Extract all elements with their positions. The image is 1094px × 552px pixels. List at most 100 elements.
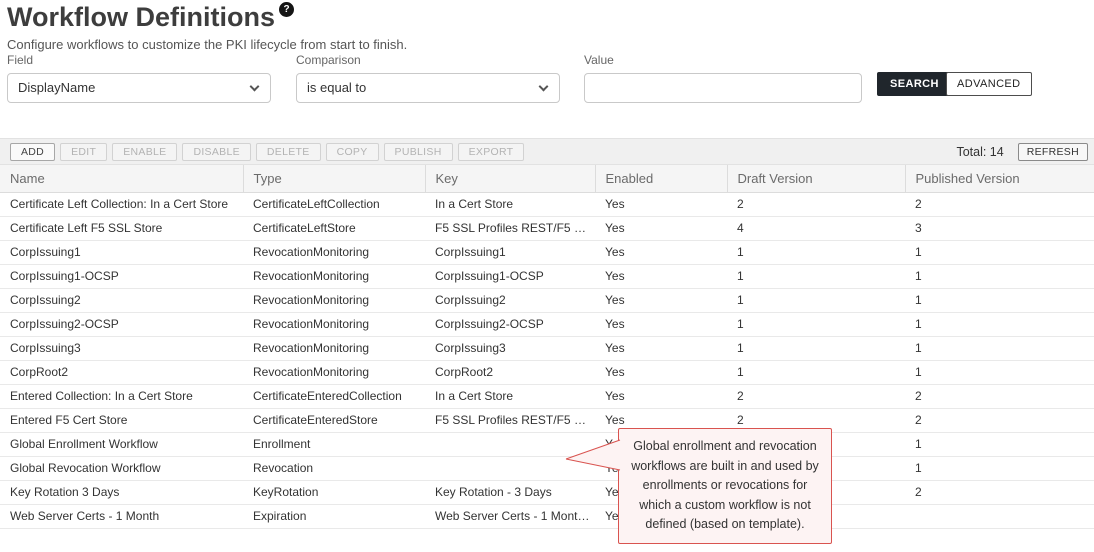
table-cell: 2 xyxy=(727,384,905,408)
table-cell: CertificateLeftStore xyxy=(243,216,425,240)
table-cell: F5 SSL Profiles REST/F5 SSL xyxy=(425,408,595,432)
table-cell: CorpRoot2 xyxy=(425,360,595,384)
field-select[interactable]: DisplayName xyxy=(7,73,271,103)
table-cell: Global Enrollment Workflow xyxy=(0,432,243,456)
value-input[interactable] xyxy=(584,73,862,103)
table-row[interactable]: Certificate Left F5 SSL StoreCertificate… xyxy=(0,216,1094,240)
field-select-value: DisplayName xyxy=(18,80,95,95)
enable-button: ENABLE xyxy=(112,143,177,161)
table-cell: Web Server Certs - 1 Month xyxy=(0,504,243,528)
table-cell: 1 xyxy=(905,288,1094,312)
disable-button: DISABLE xyxy=(182,143,250,161)
table-cell: CorpIssuing2 xyxy=(425,288,595,312)
table-cell: RevocationMonitoring xyxy=(243,336,425,360)
table-cell: Yes xyxy=(595,264,727,288)
advanced-button[interactable]: ADVANCED xyxy=(946,72,1032,96)
table-cell: 1 xyxy=(727,360,905,384)
table-row[interactable]: CorpIssuing1RevocationMonitoringCorpIssu… xyxy=(0,240,1094,264)
page-title: Workflow Definitions xyxy=(7,2,275,32)
table-row[interactable]: Entered F5 Cert StoreCertificateEnteredS… xyxy=(0,408,1094,432)
table-cell: Expiration xyxy=(243,504,425,528)
table-cell: 2 xyxy=(905,384,1094,408)
table-cell: Entered Collection: In a Cert Store xyxy=(0,384,243,408)
table-cell: 1 xyxy=(905,312,1094,336)
comparison-select-value: is equal to xyxy=(307,80,366,95)
table-cell: Yes xyxy=(595,312,727,336)
table-cell: 1 xyxy=(905,456,1094,480)
export-button: EXPORT xyxy=(458,143,525,161)
table-cell: Key Rotation 3 Days xyxy=(0,480,243,504)
table-row[interactable]: Global Enrollment WorkflowEnrollmentYes1 xyxy=(0,432,1094,456)
table-cell: RevocationMonitoring xyxy=(243,264,425,288)
table-row[interactable]: Entered Collection: In a Cert StoreCerti… xyxy=(0,384,1094,408)
table-cell: CorpIssuing3 xyxy=(425,336,595,360)
table-cell: RevocationMonitoring xyxy=(243,312,425,336)
table-cell: 1 xyxy=(905,360,1094,384)
table-cell: 1 xyxy=(727,240,905,264)
table-cell: CertificateLeftCollection xyxy=(243,192,425,216)
column-header-name[interactable]: Name xyxy=(0,165,243,192)
table-cell: 2 xyxy=(905,192,1094,216)
field-label: Field xyxy=(7,53,271,67)
table-row[interactable]: Key Rotation 3 DaysKeyRotationKey Rotati… xyxy=(0,480,1094,504)
table-row[interactable]: CorpIssuing2RevocationMonitoringCorpIssu… xyxy=(0,288,1094,312)
table-cell: RevocationMonitoring xyxy=(243,240,425,264)
column-header-enabled[interactable]: Enabled xyxy=(595,165,727,192)
table-cell: Yes xyxy=(595,240,727,264)
chevron-down-icon xyxy=(539,82,549,92)
table-row[interactable]: CorpIssuing3RevocationMonitoringCorpIssu… xyxy=(0,336,1094,360)
table-row[interactable]: CorpIssuing1-OCSPRevocationMonitoringCor… xyxy=(0,264,1094,288)
table-cell: CorpIssuing2-OCSP xyxy=(0,312,243,336)
search-button[interactable]: SEARCH xyxy=(877,72,952,96)
table-cell: 2 xyxy=(727,192,905,216)
table-cell: CorpIssuing1-OCSP xyxy=(0,264,243,288)
table-cell: KeyRotation xyxy=(243,480,425,504)
table-cell: In a Cert Store xyxy=(425,384,595,408)
table-cell: 1 xyxy=(905,264,1094,288)
workflow-grid: ADDEDITENABLEDISABLEDELETECOPYPUBLISHEXP… xyxy=(0,138,1094,529)
workflow-table: NameTypeKeyEnabledDraft VersionPublished… xyxy=(0,165,1094,529)
refresh-button[interactable]: REFRESH xyxy=(1018,143,1088,161)
publish-button: PUBLISH xyxy=(384,143,453,161)
table-row[interactable]: CorpRoot2RevocationMonitoringCorpRoot2Ye… xyxy=(0,360,1094,384)
table-cell: 2 xyxy=(905,408,1094,432)
table-cell: 1 xyxy=(727,336,905,360)
table-cell: Certificate Left F5 SSL Store xyxy=(0,216,243,240)
table-cell: CorpIssuing1 xyxy=(425,240,595,264)
table-row[interactable]: Web Server Certs - 1 MonthExpirationWeb … xyxy=(0,504,1094,528)
toolbar-buttons: ADDEDITENABLEDISABLEDELETECOPYPUBLISHEXP… xyxy=(10,143,529,161)
column-header-key[interactable]: Key xyxy=(425,165,595,192)
table-cell: 1 xyxy=(727,264,905,288)
total-count: Total: 14 xyxy=(956,145,1003,159)
table-cell: CorpIssuing2-OCSP xyxy=(425,312,595,336)
table-cell: 3 xyxy=(905,216,1094,240)
search-form: Field DisplayName Comparison is equal to… xyxy=(0,53,1094,123)
table-cell: CorpIssuing3 xyxy=(0,336,243,360)
add-button[interactable]: ADD xyxy=(10,143,55,161)
column-header-type[interactable]: Type xyxy=(243,165,425,192)
copy-button: COPY xyxy=(326,143,379,161)
table-cell: 1 xyxy=(727,288,905,312)
page-subtitle: Configure workflows to customize the PKI… xyxy=(7,37,407,52)
table-cell: 1 xyxy=(905,432,1094,456)
delete-button: DELETE xyxy=(256,143,321,161)
grid-toolbar: ADDEDITENABLEDISABLEDELETECOPYPUBLISHEXP… xyxy=(0,138,1094,165)
table-cell: 1 xyxy=(727,312,905,336)
comparison-select[interactable]: is equal to xyxy=(296,73,560,103)
table-cell: CorpIssuing2 xyxy=(0,288,243,312)
table-row[interactable]: CorpIssuing2-OCSPRevocationMonitoringCor… xyxy=(0,312,1094,336)
table-cell: 1 xyxy=(905,336,1094,360)
table-cell: Web Server Certs - 1 Month … xyxy=(425,504,595,528)
table-cell: CertificateEnteredStore xyxy=(243,408,425,432)
column-header-published-version[interactable]: Published Version xyxy=(905,165,1094,192)
table-row[interactable]: Certificate Left Collection: In a Cert S… xyxy=(0,192,1094,216)
callout-tail xyxy=(556,430,626,478)
table-cell: Global Revocation Workflow xyxy=(0,456,243,480)
help-icon[interactable]: ? xyxy=(279,2,294,17)
table-cell: RevocationMonitoring xyxy=(243,360,425,384)
table-cell: F5 SSL Profiles REST/F5 SSL xyxy=(425,216,595,240)
table-row[interactable]: Global Revocation WorkflowRevocationYes1 xyxy=(0,456,1094,480)
table-cell: Yes xyxy=(595,288,727,312)
table-cell: Entered F5 Cert Store xyxy=(0,408,243,432)
column-header-draft-version[interactable]: Draft Version xyxy=(727,165,905,192)
